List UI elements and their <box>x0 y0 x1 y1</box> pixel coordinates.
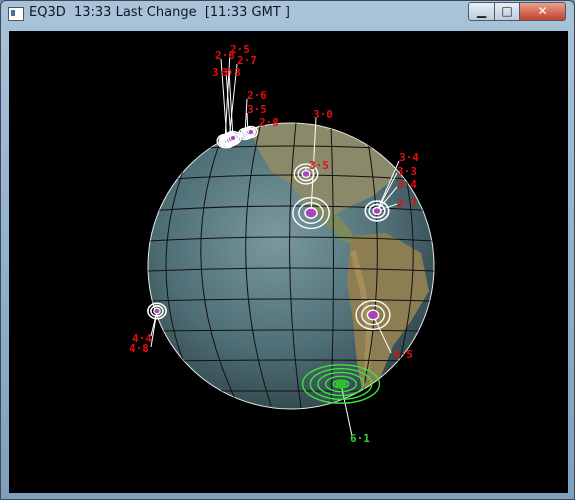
magnitude-label: 3·0 <box>313 108 333 121</box>
magnitude-label: 4·5 <box>393 348 413 361</box>
magnitude-label: 2·8 <box>259 116 279 129</box>
quake-center <box>154 308 160 314</box>
magnitude-label: 3·3 <box>221 66 241 79</box>
title-bar[interactable]: EQ3D 13:33 Last Change [11:33 GMT ] ▁ □ … <box>1 1 574 27</box>
magnitude-label: 4·8 <box>129 342 149 355</box>
quake-center <box>230 136 236 140</box>
maximize-button[interactable]: □ <box>494 2 520 21</box>
quake-center <box>368 311 378 319</box>
magnitude-label: 3·3 <box>397 165 417 178</box>
minimize-button[interactable]: ▁ <box>468 2 495 21</box>
magnitude-label: 3·4 <box>399 151 419 164</box>
quake-center <box>335 379 347 389</box>
quake-center <box>373 208 381 214</box>
app-icon <box>8 7 24 21</box>
magnitude-label: 3·5 <box>247 103 267 116</box>
close-button[interactable]: ✕ <box>519 2 566 21</box>
quake-marker[interactable]: 4·8 <box>129 302 167 355</box>
magnitude-label: 2·6 <box>247 89 267 102</box>
magnitude-label: 3·4 <box>397 178 417 191</box>
magnitude-label: 2·8 <box>215 49 235 62</box>
magnitude-label: 6·1 <box>350 432 370 445</box>
window-title: EQ3D 13:33 Last Change [11:33 GMT ] <box>29 5 290 20</box>
quake-center <box>302 171 310 177</box>
globe-scene[interactable]: 2·52·8 2·73·33·32·63·52·83·03·53·43·33·42… <box>9 31 568 493</box>
app-window: EQ3D 13:33 Last Change [11:33 GMT ] ▁ □ … <box>0 0 575 500</box>
magnitude-label: 2·7 <box>397 197 417 210</box>
quake-center <box>306 208 316 218</box>
magnitude-label: 3·5 <box>309 159 329 172</box>
globe-viewport[interactable]: 2·5 2·8 2·7 3·3 3·3 2·6 3·5 2·8 3·0 3·5 3·4 3·3 3·4 2… <box>9 31 568 493</box>
quake-center <box>249 130 253 134</box>
